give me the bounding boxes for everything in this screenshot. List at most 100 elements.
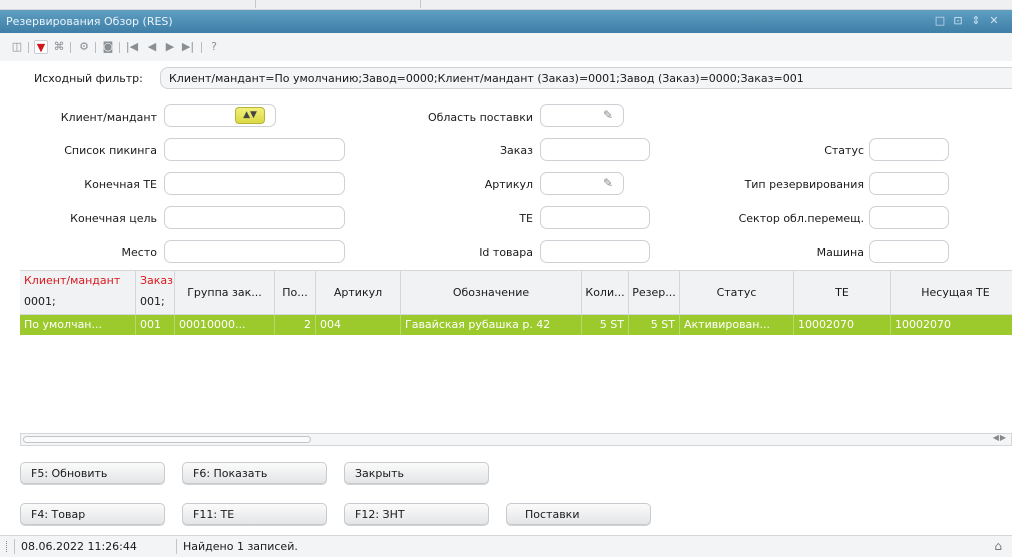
- toolbar-separator: [119, 42, 120, 53]
- move-sector-input[interactable]: [869, 206, 949, 229]
- toolbar: ◫ ▼ ⌘ ⚙ ◙ |◀ ◀ ▶ ▶| ?: [0, 33, 1012, 61]
- cell-status[interactable]: Активирован...: [680, 315, 794, 335]
- status-label: Статус: [824, 144, 864, 157]
- close-icon[interactable]: ✕: [987, 14, 1001, 28]
- status-separator: [176, 539, 177, 554]
- cell-quantity[interactable]: 5 ST: [582, 315, 629, 335]
- cell-designation[interactable]: Гавайская рубашка р. 42: [401, 315, 582, 335]
- cell-article[interactable]: 004: [316, 315, 401, 335]
- cell-reserved[interactable]: 5 ST: [629, 315, 680, 335]
- grip-icon: [6, 541, 8, 552]
- reservation-type-label: Тип резервирования: [744, 178, 864, 191]
- machine-input[interactable]: [869, 240, 949, 263]
- column-header-order[interactable]: Заказ 001;: [136, 271, 175, 315]
- delivery-area-label: Область поставки: [427, 111, 533, 124]
- final-target-label: Конечная цель: [70, 212, 157, 225]
- scrollbar-thumb[interactable]: [23, 436, 311, 443]
- column-header-client[interactable]: Клиент/мандант 0001;: [20, 271, 136, 315]
- column-header-label: Резер...: [632, 286, 676, 299]
- column-header-label: Несущая ТЕ: [921, 286, 990, 299]
- table-row[interactable]: По умолчан... 001 00010000... 2 004 Гава…: [20, 315, 1012, 335]
- window-title: Резервирования Обзор (RES): [6, 15, 173, 28]
- picking-list-input[interactable]: [164, 138, 345, 161]
- dropdown-icon[interactable]: ▲▼: [235, 107, 265, 124]
- camera-icon[interactable]: ◫: [10, 40, 24, 54]
- item-id-label: Id товара: [479, 246, 533, 259]
- pencil-icon[interactable]: ✎: [603, 176, 615, 190]
- column-header-quantity[interactable]: Коли...: [582, 271, 629, 315]
- toolbar-separator: [70, 42, 71, 53]
- show-button[interactable]: F6: Показать: [182, 462, 327, 484]
- column-header-position[interactable]: По...: [275, 271, 316, 315]
- move-sector-label: Сектор обл.перемещ.: [738, 212, 864, 225]
- restore-icon[interactable]: □: [933, 14, 947, 28]
- column-header-label: Артикул: [333, 286, 383, 299]
- settings-icon[interactable]: ⚙: [77, 40, 91, 54]
- binoculars-icon[interactable]: ⌘: [52, 40, 66, 54]
- column-header-label: Коли...: [585, 286, 625, 299]
- status-bar: 08.06.2022 11:26:44 Найдено 1 записей. ⌂: [0, 535, 1012, 557]
- grid-header: Клиент/мандант 0001; Заказ 001; Группа з…: [20, 271, 1012, 315]
- top-strip: [0, 0, 1012, 10]
- place-input[interactable]: [164, 240, 345, 263]
- cell-order-group[interactable]: 00010000...: [175, 315, 275, 335]
- top-divider: [420, 0, 421, 8]
- window-titlebar: Резервирования Обзор (RES) □ ⊡ ⇕ ✕: [0, 10, 1012, 33]
- prev-record-icon[interactable]: ◀: [145, 40, 159, 54]
- cell-carrier-hu[interactable]: 10002070: [891, 315, 1012, 335]
- source-filter-value: Клиент/мандант=По умолчанию;Завод=0000;К…: [160, 67, 1012, 89]
- first-record-icon[interactable]: |◀: [125, 40, 139, 54]
- cell-order[interactable]: 001: [136, 315, 175, 335]
- hu-button[interactable]: F11: ТЕ: [182, 503, 327, 525]
- column-header-order-title: Заказ: [140, 274, 174, 287]
- cell-hu[interactable]: 10002070: [794, 315, 891, 335]
- top-divider: [255, 0, 256, 8]
- article-input[interactable]: ✎: [540, 172, 624, 195]
- hu-label: ТЕ: [519, 212, 533, 225]
- picking-list-label: Список пикинга: [64, 144, 157, 157]
- notification-icon[interactable]: ⌂: [994, 539, 1002, 553]
- help-icon[interactable]: ?: [207, 40, 221, 54]
- column-header-carrier-hu[interactable]: Несущая ТЕ: [891, 271, 1012, 315]
- toolbar-separator: [28, 42, 29, 53]
- filter-icon[interactable]: ▼: [34, 40, 48, 54]
- query-icon[interactable]: ◙: [101, 40, 115, 54]
- final-hu-label: Конечная ТЕ: [84, 178, 157, 191]
- pencil-icon[interactable]: ✎: [603, 108, 615, 122]
- delivery-area-input[interactable]: ✎: [540, 104, 624, 127]
- cell-position[interactable]: 2: [275, 315, 316, 335]
- item-button[interactable]: F4: Товар: [20, 503, 165, 525]
- next-record-icon[interactable]: ▶: [163, 40, 177, 54]
- column-header-hu[interactable]: ТЕ: [794, 271, 891, 315]
- final-hu-input[interactable]: [164, 172, 345, 195]
- column-header-designation[interactable]: Обозначение: [401, 271, 582, 315]
- status-separator: [14, 539, 15, 554]
- column-header-label: По...: [282, 286, 308, 299]
- deliveries-button[interactable]: Поставки: [506, 503, 651, 525]
- cell-client[interactable]: По умолчан...: [20, 315, 136, 335]
- column-header-order-filter: 001;: [140, 295, 165, 308]
- column-header-order-group[interactable]: Группа зак...: [175, 271, 275, 315]
- machine-label: Машина: [816, 246, 864, 259]
- reservation-type-input[interactable]: [869, 172, 949, 195]
- znt-button[interactable]: F12: ЗНТ: [344, 503, 489, 525]
- client-select[interactable]: ▲▼: [164, 104, 276, 127]
- item-id-input[interactable]: [540, 240, 650, 263]
- column-header-client-title: Клиент/мандант: [24, 274, 121, 287]
- column-header-article[interactable]: Артикул: [316, 271, 401, 315]
- refresh-button[interactable]: F5: Обновить: [20, 462, 165, 484]
- status-input[interactable]: [869, 138, 949, 161]
- close-button[interactable]: Закрыть: [344, 462, 489, 484]
- source-filter-label: Исходный фильтр:: [34, 72, 143, 85]
- final-target-input[interactable]: [164, 206, 345, 229]
- horizontal-scrollbar[interactable]: ◀▶: [20, 433, 1012, 446]
- scroll-arrows-icon[interactable]: ◀▶: [993, 433, 1007, 442]
- last-record-icon[interactable]: ▶|: [181, 40, 195, 54]
- column-header-status[interactable]: Статус: [680, 271, 794, 315]
- hu-input[interactable]: [540, 206, 650, 229]
- status-datetime: 08.06.2022 11:26:44: [21, 540, 137, 553]
- pin-icon[interactable]: ⇕: [969, 14, 983, 28]
- column-header-reserved[interactable]: Резер...: [629, 271, 680, 315]
- order-input[interactable]: [540, 138, 650, 161]
- float-icon[interactable]: ⊡: [951, 14, 965, 28]
